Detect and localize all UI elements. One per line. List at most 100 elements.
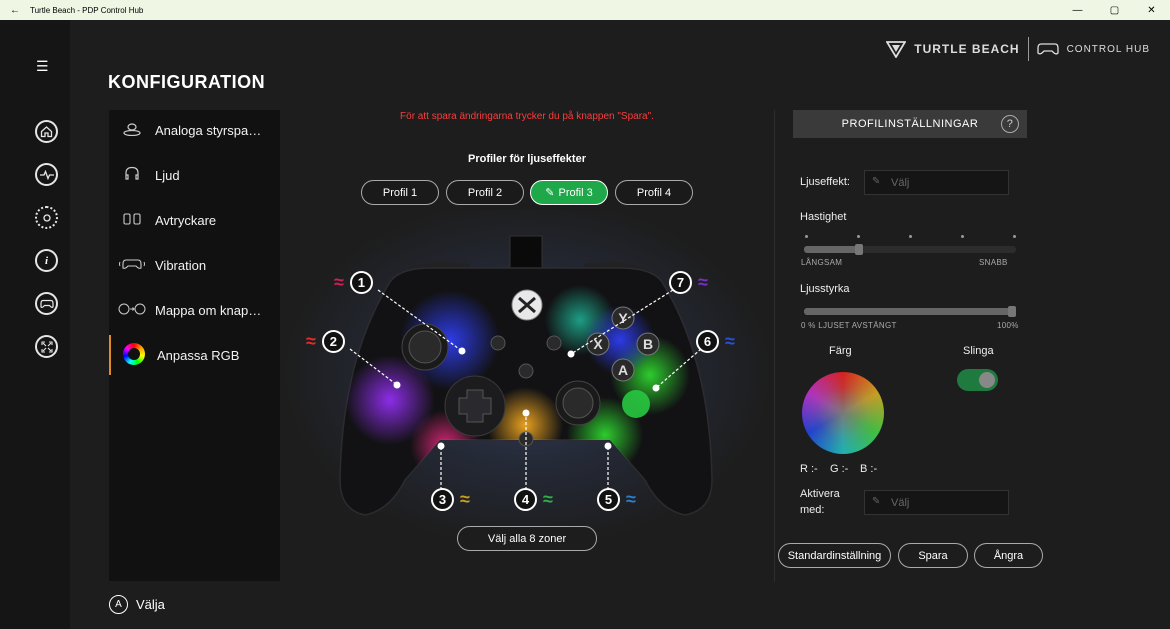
home-icon[interactable]	[35, 120, 58, 143]
wave-icon: ≈	[306, 331, 316, 351]
wave-icon: ≈	[334, 272, 344, 292]
rgb-icon	[111, 342, 157, 368]
speed-tick	[857, 235, 860, 238]
footer-hint: A Välja	[109, 595, 165, 614]
wave-icon: ≈	[725, 331, 735, 351]
svg-text:B: B	[643, 336, 653, 352]
brightness-min-label: 0 % LJUSET AVSTÄNGT	[801, 321, 897, 330]
save-button[interactable]: Spara	[898, 543, 968, 568]
hamburger-menu-icon[interactable]: ☰	[36, 58, 49, 75]
zone-badge: 4	[514, 488, 537, 511]
nav-item-audio[interactable]: Ljud	[109, 155, 280, 195]
nav-item-analog-sticks[interactable]: Analoga styrspa…	[109, 110, 280, 150]
maximize-icon[interactable]: ▢	[1096, 5, 1133, 16]
loop-toggle[interactable]	[957, 369, 998, 391]
zone-badge: 5	[597, 488, 620, 511]
nav-item-remap[interactable]: Mappa om knap…	[109, 290, 280, 330]
color-wheel[interactable]	[802, 372, 884, 454]
zone-marker-1[interactable]: ≈ 1	[334, 271, 373, 294]
default-settings-button[interactable]: Standardinställning	[778, 543, 891, 568]
speed-slider[interactable]	[804, 244, 1016, 255]
zone-badge: 2	[321, 330, 345, 353]
zone-marker-3[interactable]: 3 ≈	[431, 488, 470, 511]
help-icon[interactable]: ?	[1001, 115, 1019, 133]
activate-with-placeholder: Välj	[891, 496, 910, 509]
zone-badge: 6	[696, 330, 719, 353]
zone-marker-6[interactable]: 6 ≈	[696, 330, 735, 353]
zone-marker-5[interactable]: 5 ≈	[597, 488, 636, 511]
speed-slider-fill	[804, 246, 859, 253]
zone-marker-2[interactable]: ≈ 2	[306, 330, 345, 353]
speed-tick	[961, 235, 964, 238]
nav-item-triggers[interactable]: Avtryckare	[109, 200, 280, 240]
edit-icon: ✎	[545, 187, 555, 199]
edit-icon: ✎	[872, 176, 881, 187]
profile-button-4[interactable]: Profil 4	[615, 180, 693, 205]
profile-button-2[interactable]: Profil 2	[446, 180, 524, 205]
trigger-icon	[109, 212, 155, 228]
activate-label: Aktivera	[800, 488, 840, 500]
speed-min-label: LÅNGSAM	[801, 258, 843, 267]
wave-icon: ≈	[698, 272, 708, 292]
rgb-b-value: B :-	[860, 463, 878, 475]
brightness-slider[interactable]	[804, 306, 1016, 317]
a-button-icon: A	[109, 595, 128, 614]
nav-item-label: Analoga styrspa…	[155, 122, 262, 138]
brand-name: TURTLE BEACH	[914, 42, 1020, 56]
select-hint-label: Välja	[136, 597, 165, 612]
rgb-r-value: R :-	[800, 463, 818, 475]
info-icon[interactable]: i	[35, 249, 58, 272]
remap-icon	[109, 303, 155, 318]
edit-icon: ✎	[872, 496, 881, 507]
color-label: Färg	[829, 345, 852, 357]
speed-label: Hastighet	[800, 211, 847, 223]
nav-item-label: Anpassa RGB	[157, 347, 240, 363]
fullscreen-icon[interactable]	[35, 335, 58, 358]
loop-label: Slinga	[963, 345, 994, 357]
profile-button-3[interactable]: ✎ Profil 3	[530, 180, 608, 205]
brightness-label: Ljusstyrka	[800, 283, 850, 295]
joystick-icon	[109, 122, 155, 139]
panel-divider	[774, 110, 775, 582]
nav-item-label: Ljud	[155, 167, 180, 183]
settings-icon[interactable]	[35, 206, 58, 229]
nav-item-label: Vibration	[155, 257, 207, 273]
zone-marker-7[interactable]: 7 ≈	[669, 271, 708, 294]
activity-icon[interactable]	[35, 163, 58, 186]
zone-badge: 7	[669, 271, 692, 294]
wave-icon: ≈	[626, 489, 636, 509]
light-effect-placeholder: Välj	[891, 176, 910, 189]
brand-logo: TURTLE BEACH CONTROL HUB	[886, 37, 1150, 61]
select-all-zones-button[interactable]: Välj alla 8 zoner	[457, 526, 597, 551]
minimize-icon[interactable]: —	[1059, 5, 1096, 16]
save-notice: För att spara ändringarna trycker du på …	[400, 111, 654, 122]
title-bar: ← Turtle Beach - PDP Control Hub — ▢ ✕	[0, 0, 1170, 20]
profile-settings-header: PROFILINSTÄLLNINGAR ?	[793, 110, 1027, 138]
back-icon[interactable]: ←	[0, 5, 30, 16]
undo-button[interactable]: Ångra	[974, 543, 1043, 568]
controller-logo-icon	[1036, 43, 1059, 55]
profile-button-1[interactable]: Profil 1	[361, 180, 439, 205]
vibration-icon	[109, 258, 155, 273]
brand-product: CONTROL HUB	[1066, 43, 1150, 55]
rgb-g-value: G :-	[830, 463, 849, 475]
light-effect-select[interactable]: ✎ Välj	[864, 170, 1009, 195]
controller-icon[interactable]	[35, 292, 58, 315]
close-icon[interactable]: ✕	[1133, 5, 1170, 16]
wave-icon: ≈	[543, 489, 553, 509]
zone-badge: 3	[431, 488, 454, 511]
page-title: KONFIGURATION	[108, 72, 266, 92]
svg-text:A: A	[618, 362, 628, 378]
activate-with-select[interactable]: ✎ Välj	[864, 490, 1009, 515]
nav-item-vibration[interactable]: Vibration	[109, 245, 280, 285]
zone-marker-4[interactable]: 4 ≈	[514, 488, 553, 511]
nav-item-custom-rgb[interactable]: Anpassa RGB	[109, 335, 280, 375]
brightness-slider-thumb[interactable]	[1008, 306, 1016, 317]
zone-badge: 1	[349, 271, 373, 294]
brand-separator	[1027, 37, 1029, 61]
speed-slider-thumb[interactable]	[855, 244, 863, 255]
nav-item-label: Mappa om knap…	[155, 302, 262, 318]
profile-settings-title: PROFILINSTÄLLNINGAR	[841, 118, 979, 130]
toggle-knob	[979, 372, 995, 388]
light-effect-label: Ljuseffekt:	[800, 176, 850, 188]
